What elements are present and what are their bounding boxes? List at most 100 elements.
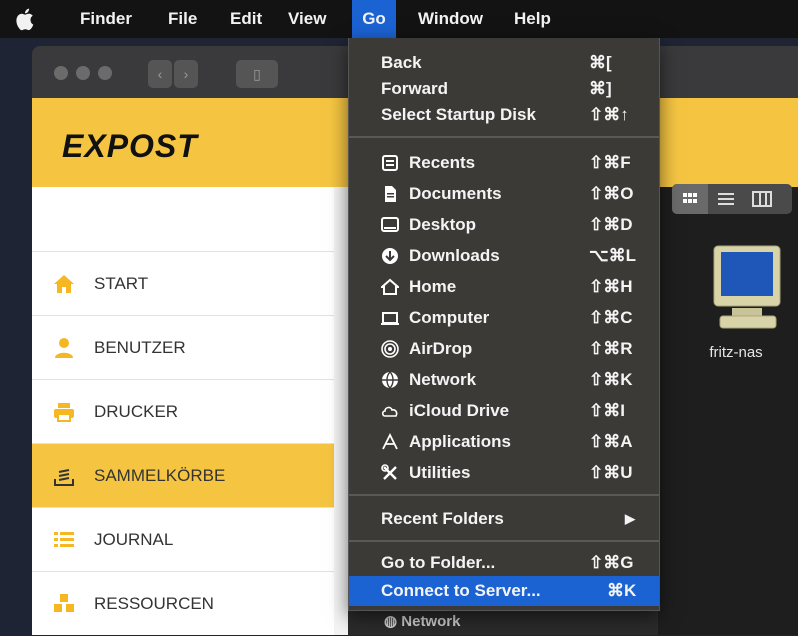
- menu-item-label: iCloud Drive: [409, 401, 510, 420]
- menu-edit[interactable]: Edit: [230, 0, 262, 38]
- menu-item-shortcut: ⇧⌘A: [589, 432, 633, 451]
- menu-item-shortcut: ⇧⌘O: [589, 184, 634, 203]
- desktop-icon: [381, 217, 399, 232]
- menu-item-applications[interactable]: Applications ⇧⌘A: [349, 427, 659, 457]
- menu-item-airdrop[interactable]: AirDrop ⇧⌘R: [349, 334, 659, 364]
- minimize-window-button[interactable]: [76, 66, 90, 80]
- menu-item-shortcut: ⇧⌘G: [589, 553, 634, 572]
- network-computer-icon[interactable]: [712, 244, 784, 336]
- menu-go[interactable]: Go: [352, 0, 396, 38]
- menu-item-shortcut: ⇧⌘C: [589, 308, 633, 327]
- sidebar-item-label: Network: [401, 613, 461, 630]
- menu-item-shortcut: ⇧⌘F: [589, 153, 631, 172]
- menu-item-shortcut: ⇧⌘R: [589, 339, 633, 358]
- sidebar-item-network[interactable]: ◍ Network: [384, 612, 460, 630]
- home-icon: [381, 278, 399, 295]
- nav-label: BENUTZER: [94, 338, 186, 357]
- recents-icon: [382, 155, 398, 171]
- menu-item-select-startup-disk[interactable]: Select Startup Disk ⇧⌘↑: [349, 100, 659, 130]
- list-icon: [718, 193, 734, 205]
- menu-separator: [349, 540, 659, 542]
- nav-item-start[interactable]: START: [32, 251, 334, 316]
- menu-item-icloud-drive[interactable]: iCloud Drive ⇧⌘I: [349, 396, 659, 426]
- menu-item-label: Downloads: [409, 246, 500, 265]
- device-label[interactable]: fritz-nas: [676, 344, 796, 361]
- documents-icon: [385, 186, 396, 202]
- apple-icon[interactable]: [14, 7, 34, 31]
- close-window-button[interactable]: [54, 66, 68, 80]
- network-icon: ◍: [384, 613, 402, 630]
- applications-icon: [382, 433, 398, 450]
- list-icon: [54, 532, 74, 547]
- network-icon: [382, 371, 398, 389]
- menu-item-computer[interactable]: Computer ⇧⌘C: [349, 303, 659, 333]
- app-sidebar: START BENUTZER DRUCKER SAMMELKÖRBE JOURN…: [32, 187, 334, 635]
- menu-item-recents[interactable]: Recents ⇧⌘F: [349, 148, 659, 178]
- menu-item-label: AirDrop: [409, 339, 473, 358]
- menu-item-label: Documents: [409, 184, 502, 203]
- menu-item-label: Connect to Server...: [381, 581, 541, 600]
- downloads-icon: [382, 248, 398, 264]
- menu-bar: Finder File Edit View Go Window Help: [0, 0, 798, 38]
- inbox-tray-icon: [54, 469, 74, 486]
- expost-logo: EΧPOST: [62, 128, 198, 164]
- menu-item-label: Home: [409, 277, 457, 296]
- menu-item-label: Applications: [409, 432, 512, 451]
- columns-icon: [752, 191, 772, 207]
- submenu-arrow-icon: ▶: [625, 511, 635, 526]
- nav-label: RESSOURCEN: [94, 594, 214, 613]
- airdrop-icon: [381, 340, 399, 358]
- menu-view[interactable]: View: [288, 0, 326, 38]
- menu-finder[interactable]: Finder: [80, 0, 132, 38]
- sidebar-toggle-button[interactable]: ▯: [236, 60, 278, 88]
- menu-item-documents[interactable]: Documents ⇧⌘O: [349, 179, 659, 209]
- menu-item-label: Network: [409, 370, 477, 389]
- menu-item-shortcut: ⇧⌘K: [589, 370, 633, 389]
- menu-help[interactable]: Help: [514, 0, 551, 38]
- menu-item-label: Computer: [409, 308, 490, 327]
- nav-item-sammelkoerbe[interactable]: SAMMELKÖRBE: [32, 443, 334, 508]
- menu-item-connect-to-server[interactable]: Connect to Server... ⌘K: [349, 576, 659, 606]
- column-view-button[interactable]: [744, 184, 780, 214]
- menu-item-network[interactable]: Network ⇧⌘K: [349, 365, 659, 395]
- menu-item-shortcut: ⌥⌘L: [589, 246, 636, 265]
- nav-label: DRUCKER: [94, 402, 179, 421]
- list-view-button[interactable]: [708, 184, 744, 214]
- forward-button[interactable]: ›: [174, 60, 198, 88]
- menu-item-label: Go to Folder...: [381, 553, 496, 572]
- menu-item-home[interactable]: Home ⇧⌘H: [349, 272, 659, 302]
- user-icon: [55, 338, 73, 358]
- nav-item-ressourcen[interactable]: RESSOURCEN: [32, 571, 334, 636]
- nav-item-drucker[interactable]: DRUCKER: [32, 379, 334, 444]
- menu-separator: [349, 494, 659, 496]
- nav-label: JOURNAL: [94, 530, 174, 549]
- back-button[interactable]: ‹: [148, 60, 172, 88]
- view-mode-switcher: [672, 184, 792, 214]
- menu-item-recent-folders[interactable]: Recent Folders ▶: [349, 504, 659, 534]
- menu-item-shortcut: ⌘K: [607, 581, 637, 600]
- menu-item-label: Recent Folders: [381, 509, 504, 528]
- nav-label: START: [94, 274, 149, 293]
- menu-item-shortcut: ⇧⌘D: [589, 215, 633, 234]
- menu-item-go-to-folder[interactable]: Go to Folder... ⇧⌘G: [349, 548, 659, 578]
- menu-item-desktop[interactable]: Desktop ⇧⌘D: [349, 210, 659, 240]
- menu-item-shortcut: ⇧⌘↑: [589, 105, 629, 124]
- printer-icon: [54, 403, 74, 422]
- zoom-window-button[interactable]: [98, 66, 112, 80]
- computer-icon: [381, 312, 399, 325]
- sidebar-divider: [334, 187, 348, 635]
- menu-window[interactable]: Window: [418, 0, 483, 38]
- menu-item-label: Select Startup Disk: [381, 105, 536, 124]
- menu-item-utilities[interactable]: Utilities ⇧⌘U: [349, 458, 659, 488]
- grid-icon: [683, 193, 697, 203]
- cubes-icon: [54, 594, 74, 612]
- icon-view-button[interactable]: [672, 184, 708, 214]
- menu-item-shortcut: ⇧⌘I: [589, 401, 625, 420]
- menu-separator: [349, 136, 659, 138]
- nav-item-journal[interactable]: JOURNAL: [32, 507, 334, 572]
- menu-file[interactable]: File: [168, 0, 197, 38]
- nav-item-benutzer[interactable]: BENUTZER: [32, 315, 334, 380]
- menu-item-label: Recents: [409, 153, 476, 172]
- menu-item-downloads[interactable]: Downloads ⌥⌘L: [349, 241, 659, 271]
- go-menu: Back ⌘[ Forward ⌘] Select Startup Disk ⇧…: [348, 38, 660, 611]
